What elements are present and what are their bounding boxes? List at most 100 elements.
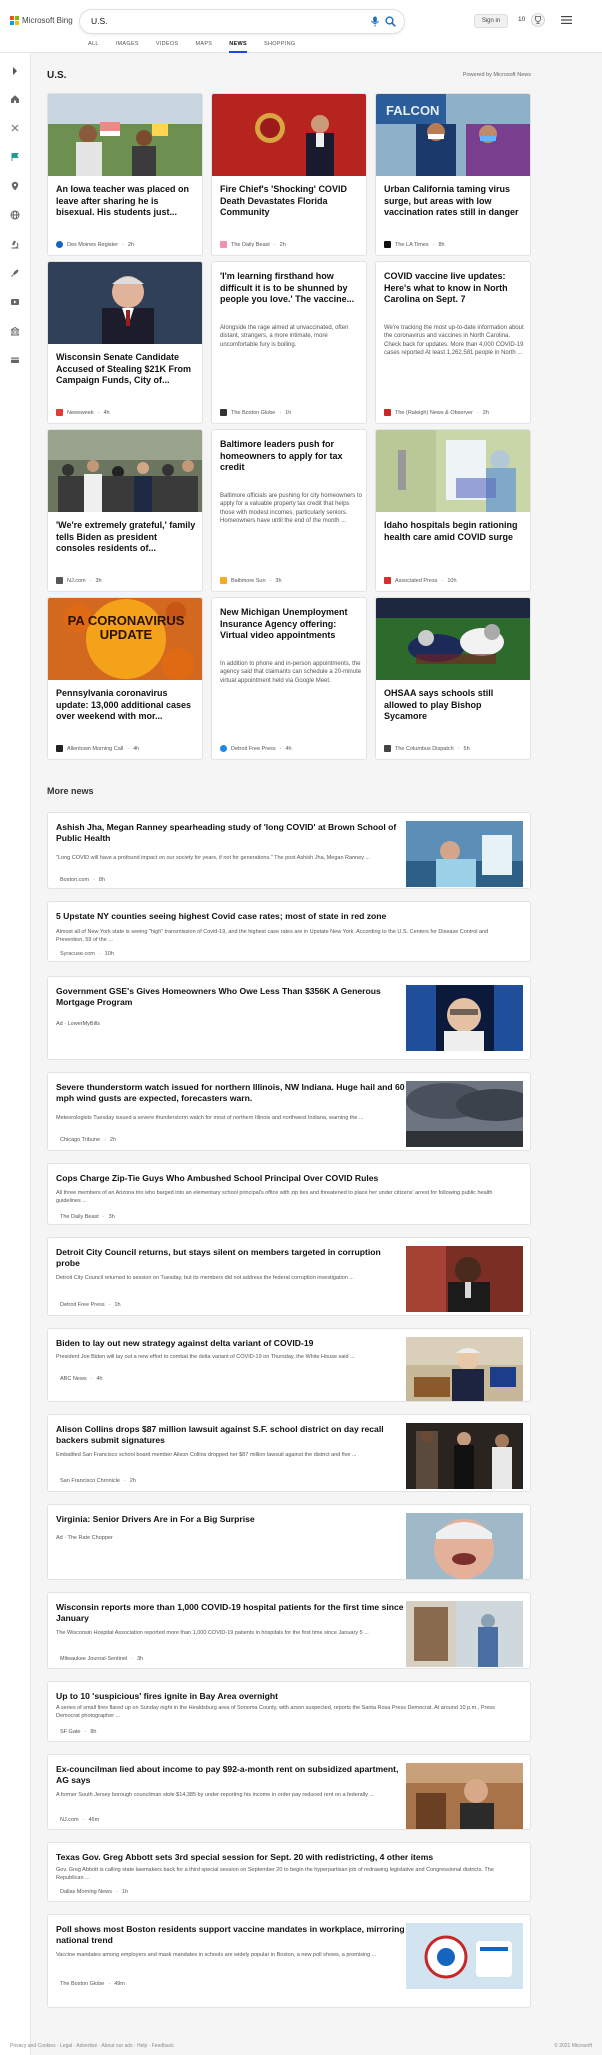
rocket-icon[interactable] — [10, 268, 20, 278]
news-snippet: Vaccine mandates among employers and mas… — [56, 1952, 377, 1958]
news-card[interactable]: 'I'm learning firsthand how difficult it… — [211, 261, 367, 424]
news-source: Syracuse.com · 10h — [60, 951, 114, 957]
news-title[interactable]: Severe thunderstorm watch issued for nor… — [56, 1082, 406, 1104]
news-thumbnail — [406, 1081, 523, 1147]
news-title[interactable]: Up to 10 'suspicious' fires ignite in Ba… — [56, 1691, 526, 1702]
globe-icon[interactable] — [10, 210, 20, 220]
news-title[interactable]: Idaho hospitals begin rationing health c… — [384, 520, 526, 543]
news-card[interactable]: New Michigan Unemployment Insurance Agen… — [211, 597, 367, 760]
flag-icon[interactable] — [10, 152, 20, 162]
rewards-trophy-icon[interactable] — [531, 13, 545, 27]
news-list-item[interactable]: Severe thunderstorm watch issued for nor… — [47, 1072, 531, 1151]
news-list-item[interactable]: Ex-councilman lied about income to pay $… — [47, 1754, 531, 1830]
news-title[interactable]: Biden to lay out new strategy against de… — [56, 1338, 406, 1349]
chevron-right-icon[interactable] — [10, 66, 20, 76]
news-title[interactable]: Ashish Jha, Megan Ranney spearheading st… — [56, 822, 406, 844]
news-title[interactable]: 'We're extremely grateful,' family tells… — [56, 520, 198, 555]
news-thumbnail — [406, 1601, 523, 1667]
news-list-item[interactable]: Detroit City Council returns, but stays … — [47, 1237, 531, 1316]
news-source: Allentown Morning Call · 4h — [56, 745, 139, 752]
microscope-icon[interactable] — [10, 239, 20, 249]
news-title[interactable]: Cops Charge Zip-Tie Guys Who Ambushed Sc… — [56, 1173, 526, 1184]
news-card[interactable]: Idaho hospitals begin rationing health c… — [375, 429, 531, 592]
news-title[interactable]: Government GSE's Gives Homeowners Who Ow… — [56, 986, 406, 1008]
news-list-item[interactable]: Wisconsin reports more than 1,000 COVID-… — [47, 1592, 531, 1669]
news-snippet: Alongside the rage aimed at unvaccinated… — [220, 325, 349, 348]
news-title[interactable]: New Michigan Unemployment Insurance Agen… — [220, 607, 362, 642]
news-title[interactable]: Texas Gov. Greg Abbott sets 3rd special … — [56, 1852, 526, 1863]
news-snippet: We're tracking the most up-to-date infor… — [384, 325, 524, 356]
news-title[interactable]: Alison Collins drops $87 million lawsuit… — [56, 1424, 406, 1446]
home-icon[interactable] — [10, 94, 20, 104]
news-list-item[interactable]: 5 Upstate NY counties seeing highest Cov… — [47, 901, 531, 962]
crossed-tools-icon[interactable] — [10, 123, 20, 133]
news-list-item[interactable]: Virginia: Senior Drivers Are in For a Bi… — [47, 1504, 531, 1580]
credit-card-icon[interactable] — [10, 355, 20, 365]
news-title[interactable]: Virginia: Senior Drivers Are in For a Bi… — [56, 1514, 406, 1525]
news-card[interactable]: FALCON Urban California taming virus sur… — [375, 93, 531, 256]
sign-in-button[interactable]: Sign in — [474, 14, 508, 28]
news-title[interactable]: Urban California taming virus surge, but… — [384, 184, 526, 219]
news-list-item[interactable]: Cops Charge Zip-Tie Guys Who Ambushed Sc… — [47, 1163, 531, 1225]
news-title[interactable]: OHSAA says schools still allowed to play… — [384, 688, 526, 723]
news-snippet: Gov. Greg Abbott is calling state lawmak… — [56, 1867, 494, 1881]
news-source: The Daily Beast · 3h — [60, 1214, 115, 1220]
news-card[interactable]: COVID vaccine live updates: Here's what … — [375, 261, 531, 424]
news-card[interactable]: Fire Chief's 'Shocking' COVID Death Deva… — [211, 93, 367, 256]
news-title[interactable]: An Iowa teacher was placed on leave afte… — [56, 184, 198, 219]
news-card[interactable]: An Iowa teacher was placed on leave afte… — [47, 93, 203, 256]
location-pin-icon[interactable] — [10, 181, 20, 191]
news-title[interactable]: Pennsylvania coronavirus update: 13,000 … — [56, 688, 198, 723]
news-title[interactable]: Wisconsin reports more than 1,000 COVID-… — [56, 1602, 406, 1624]
footer-links[interactable]: Privacy and Cookies · Legal · Advertise … — [10, 2043, 174, 2049]
video-icon[interactable] — [10, 297, 20, 307]
news-title[interactable]: COVID vaccine live updates: Here's what … — [384, 271, 526, 306]
news-title[interactable]: Poll shows most Boston residents support… — [56, 1924, 406, 1946]
section-title: U.S. — [47, 70, 67, 81]
news-list-item[interactable]: Ashish Jha, Megan Ranney spearheading st… — [47, 812, 531, 889]
source-logo-icon — [384, 745, 391, 752]
bing-news-page: { "header":{ "logo_text":"Microsoft Bing… — [0, 0, 602, 2055]
search-input[interactable]: U.S. — [91, 16, 108, 26]
news-card[interactable]: OHSAA says schools still allowed to play… — [375, 597, 531, 760]
news-list-item[interactable]: Poll shows most Boston residents support… — [47, 1914, 531, 2008]
news-card[interactable]: Wisconsin Senate Candidate Accused of St… — [47, 261, 203, 424]
news-list-item[interactable]: Alison Collins drops $87 million lawsuit… — [47, 1414, 531, 1492]
rewards-points[interactable]: 10 — [518, 16, 525, 23]
tab-videos[interactable]: VIDEOS — [156, 41, 179, 53]
news-card[interactable]: 'We're extremely grateful,' family tells… — [47, 429, 203, 592]
news-card[interactable]: PA CORONAVIRUS UPDATE Pennsylvania coron… — [47, 597, 203, 760]
news-title[interactable]: 5 Upstate NY counties seeing highest Cov… — [56, 911, 526, 922]
news-list-item[interactable]: Up to 10 'suspicious' fires ignite in Ba… — [47, 1681, 531, 1742]
news-title[interactable]: Detroit City Council returns, but stays … — [56, 1247, 406, 1269]
news-list-item[interactable]: Biden to lay out new strategy against de… — [47, 1328, 531, 1402]
search-tabs: ALL IMAGES VIDEOS MAPS NEWS SHOPPING — [88, 41, 295, 53]
powered-by-label[interactable]: Powered by Microsoft News — [463, 72, 531, 78]
tab-shopping[interactable]: SHOPPING — [264, 41, 295, 53]
source-logo-icon — [56, 577, 63, 584]
hamburger-menu-icon[interactable] — [561, 15, 572, 25]
bing-logo[interactable]: Microsoft Bing — [10, 16, 73, 25]
microphone-icon[interactable] — [370, 16, 380, 27]
tab-all[interactable]: ALL — [88, 41, 99, 53]
source-logo-icon — [220, 241, 227, 248]
news-source: Milwaukee Journal-Sentinel · 3h — [60, 1656, 144, 1662]
tab-news[interactable]: NEWS — [229, 41, 247, 53]
news-card[interactable]: Baltimore leaders push for homeowners to… — [211, 429, 367, 592]
news-title[interactable]: Fire Chief's 'Shocking' COVID Death Deva… — [220, 184, 362, 219]
search-box[interactable]: U.S. — [80, 10, 404, 33]
tab-maps[interactable]: MAPS — [195, 41, 212, 53]
news-list-item[interactable]: Government GSE's Gives Homeowners Who Ow… — [47, 976, 531, 1060]
news-source: Detroit Free Press · 4h — [220, 745, 292, 752]
building-icon[interactable] — [10, 326, 20, 336]
search-icon[interactable] — [385, 16, 396, 27]
news-list-item[interactable]: Texas Gov. Greg Abbott sets 3rd special … — [47, 1842, 531, 1902]
news-title[interactable]: Baltimore leaders push for homeowners to… — [220, 439, 362, 474]
news-thumbnail — [406, 1763, 523, 1829]
news-title[interactable]: Ex-councilman lied about income to pay $… — [56, 1764, 406, 1786]
news-title[interactable]: Wisconsin Senate Candidate Accused of St… — [56, 352, 198, 387]
news-title[interactable]: 'I'm learning firsthand how difficult it… — [220, 271, 362, 306]
tab-images[interactable]: IMAGES — [116, 41, 139, 53]
news-source: SF Gate · 8h — [60, 1729, 97, 1735]
news-snippet: Embattled San Francisco school board mem… — [56, 1452, 357, 1458]
